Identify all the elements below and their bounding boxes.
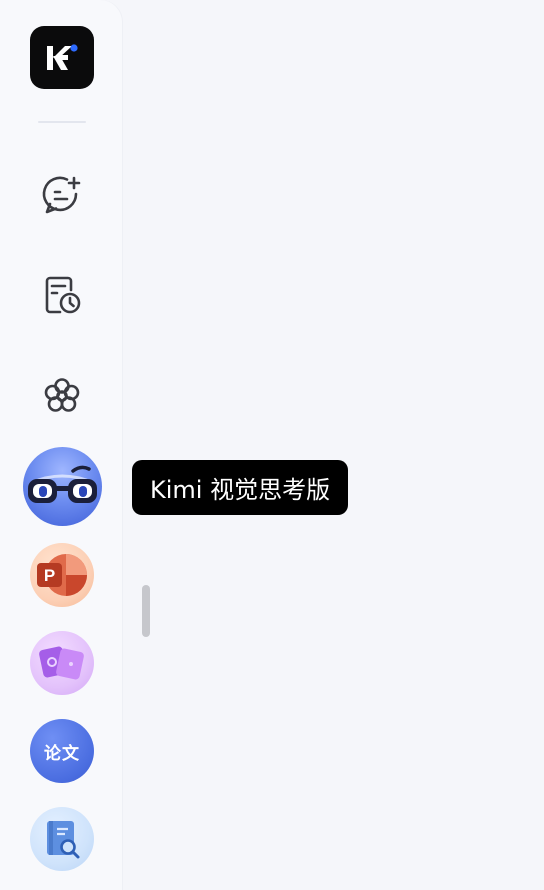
image-agent-avatar[interactable]	[30, 631, 94, 695]
history-button[interactable]	[30, 263, 94, 327]
search-agent-avatar[interactable]	[30, 807, 94, 871]
kimi-logo-icon[interactable]	[30, 26, 94, 89]
svg-text:P: P	[44, 566, 55, 585]
chat-bubble-plus-icon	[42, 176, 81, 214]
glasses-avatar-icon	[28, 465, 97, 503]
sidebar-divider	[38, 121, 86, 123]
book-search-icon	[47, 821, 80, 859]
image-cards-icon	[39, 646, 84, 680]
sidebar: P 论文	[0, 0, 122, 890]
kimi-agent-avatar[interactable]	[23, 447, 102, 526]
app-window: P 论文 Kimi 视觉思考版	[0, 0, 544, 890]
paper-agent-avatar[interactable]: 论文	[30, 719, 94, 783]
powerpoint-icon: P	[37, 554, 87, 596]
new-chat-button[interactable]	[30, 162, 94, 226]
flower-icon	[44, 378, 80, 412]
scrollbar-thumb[interactable]	[142, 585, 150, 637]
agent-tooltip: Kimi 视觉思考版	[132, 460, 349, 515]
ppt-agent-avatar[interactable]: P	[30, 543, 94, 607]
paper-agent-label: 论文	[44, 743, 80, 764]
explore-button[interactable]	[30, 364, 94, 428]
document-clock-icon	[45, 276, 81, 314]
